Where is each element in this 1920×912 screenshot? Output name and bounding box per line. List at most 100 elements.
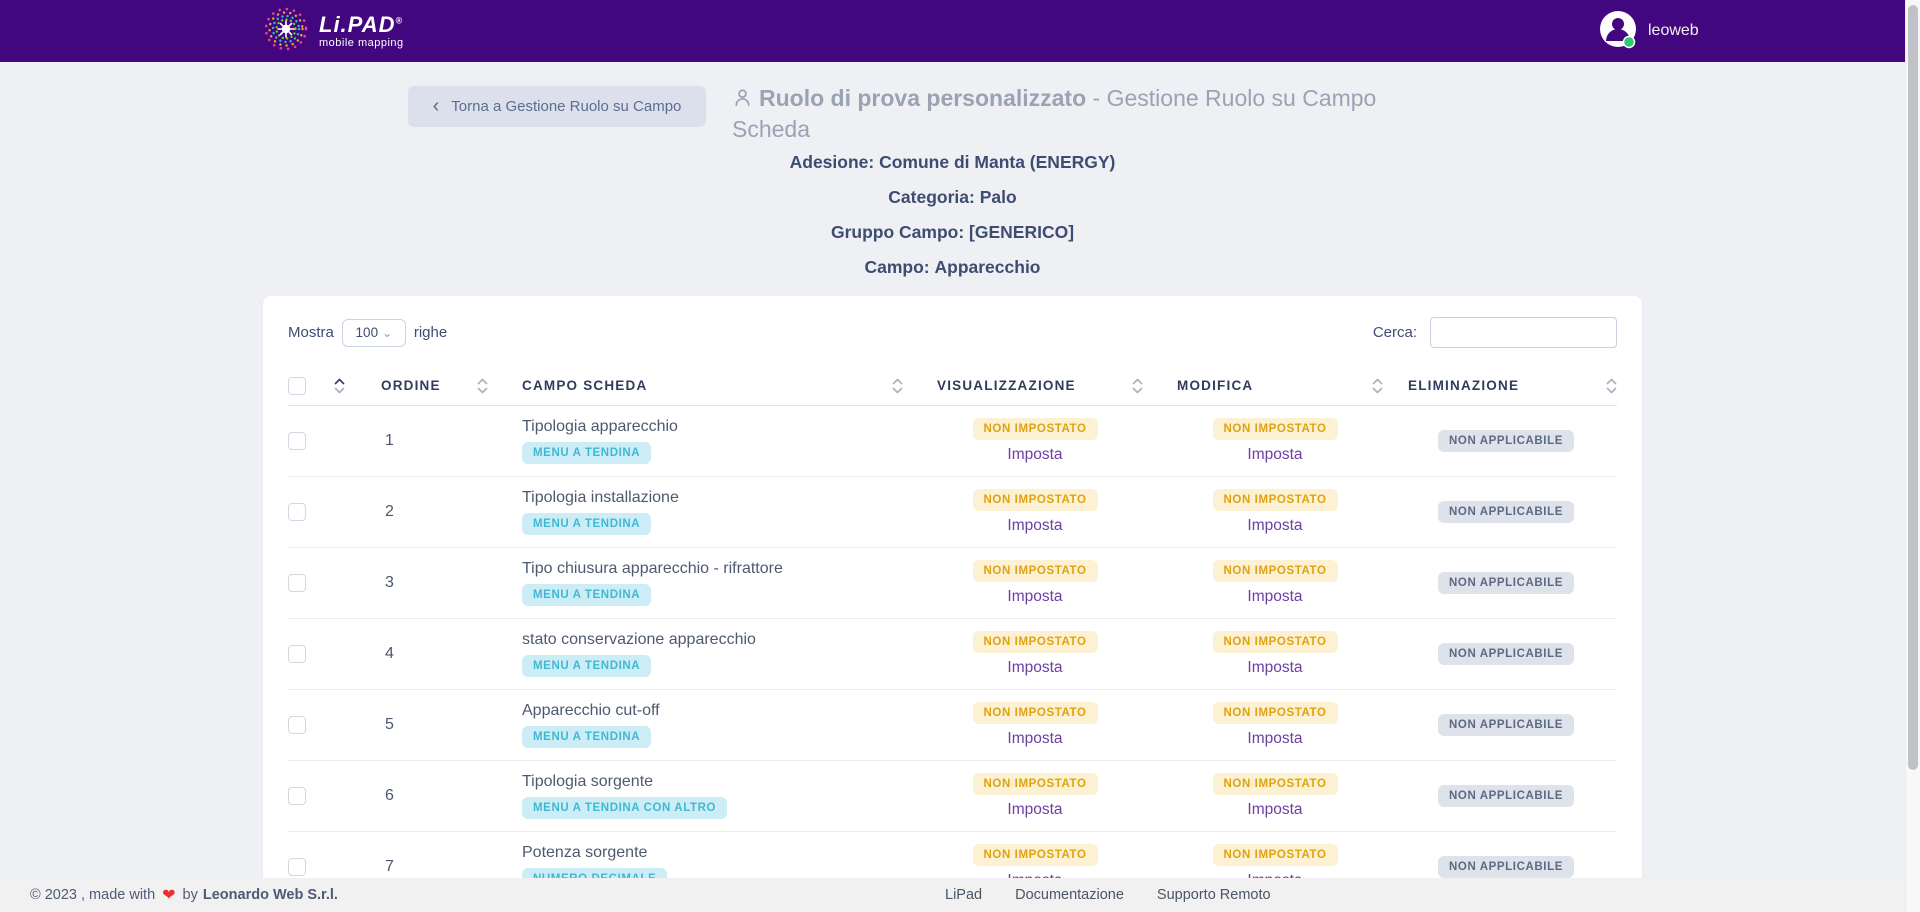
visualizzazione-imposta-link[interactable]: Imposta (1007, 659, 1062, 677)
row-checkbox[interactable] (288, 432, 306, 450)
visualizzazione-status-badge: NON IMPOSTATO (973, 631, 1098, 653)
vertical-scrollbar[interactable] (1905, 0, 1920, 912)
modifica-status-badge: NON IMPOSTATO (1213, 560, 1338, 582)
modifica-imposta-link[interactable]: Imposta (1247, 659, 1302, 677)
eliminazione-status-badge: NON APPLICABILE (1438, 785, 1574, 807)
visualizzazione-imposta-link[interactable]: Imposta (1007, 588, 1062, 606)
ordine-cell: 6 (375, 761, 500, 831)
header-eliminazione[interactable]: ELIMINAZIONE (1395, 366, 1617, 405)
back-button-label: Torna a Gestione Ruolo su Campo (451, 98, 681, 115)
row-checkbox[interactable] (288, 716, 306, 734)
header-ordine[interactable]: ORDINE (375, 366, 500, 405)
chevron-down-icon: ⌄ (382, 326, 392, 340)
page-title: Ruolo di prova personalizzato - Gestione… (732, 84, 1377, 144)
length-label-after: righe (414, 324, 447, 341)
visualizzazione-imposta-link[interactable]: Imposta (1007, 446, 1062, 464)
ordine-cell: 1 (375, 406, 500, 476)
field-type-badge: MENU A TENDINA CON ALTRO (522, 797, 727, 819)
user-menu[interactable]: leoweb (1598, 0, 1699, 62)
modifica-status-badge: NON IMPOSTATO (1213, 631, 1338, 653)
heart-icon: ❤ (162, 885, 175, 905)
scrollbar-thumb[interactable] (1908, 5, 1918, 770)
eliminazione-status-badge: NON APPLICABILE (1438, 572, 1574, 594)
page-length-select[interactable]: 100 ⌄ (342, 319, 406, 347)
chevron-left-icon: ‹ (433, 96, 440, 116)
modifica-status-badge: NON IMPOSTATO (1213, 702, 1338, 724)
footer-links: LiPad Documentazione Supporto Remoto (945, 887, 1271, 903)
modifica-status-badge: NON IMPOSTATO (1213, 773, 1338, 795)
search-input[interactable] (1430, 317, 1617, 348)
table-row: 5 Apparecchio cut-off MENU A TENDINA NON… (288, 690, 1617, 761)
table-row: 6 Tipologia sorgente MENU A TENDINA CON … (288, 761, 1617, 832)
modifica-imposta-link[interactable]: Imposta (1247, 588, 1302, 606)
field-type-badge: MENU A TENDINA (522, 584, 651, 606)
eliminazione-status-badge: NON APPLICABILE (1438, 856, 1574, 878)
table-controls: Mostra 100 ⌄ righe Cerca: (288, 316, 1617, 349)
info-categoria: Categoria: Palo (263, 187, 1642, 208)
row-checkbox[interactable] (288, 787, 306, 805)
info-campo: Campo: Apparecchio (263, 257, 1642, 278)
campo-scheda-name: Tipo chiusura apparecchio - rifrattore (522, 560, 783, 578)
field-type-badge: MENU A TENDINA (522, 726, 651, 748)
visualizzazione-imposta-link[interactable]: Imposta (1007, 517, 1062, 535)
campo-scheda-name: stato conservazione apparecchio (522, 631, 756, 649)
header-visualizzazione[interactable]: VISUALIZZAZIONE (915, 366, 1155, 405)
footer-link-documentazione[interactable]: Documentazione (1015, 887, 1124, 903)
modifica-imposta-link[interactable]: Imposta (1247, 801, 1302, 819)
modifica-imposta-link[interactable]: Imposta (1247, 517, 1302, 535)
visualizzazione-status-badge: NON IMPOSTATO (973, 844, 1098, 866)
visualizzazione-imposta-link[interactable]: Imposta (1007, 801, 1062, 819)
eliminazione-status-badge: NON APPLICABILE (1438, 643, 1574, 665)
eliminazione-status-badge: NON APPLICABILE (1438, 501, 1574, 523)
search-label: Cerca: (1373, 324, 1417, 341)
header-select-all[interactable] (288, 366, 375, 405)
role-name: Ruolo di prova personalizzato (759, 85, 1086, 111)
modifica-status-badge: NON IMPOSTATO (1213, 418, 1338, 440)
visualizzazione-imposta-link[interactable]: Imposta (1007, 730, 1062, 748)
field-type-badge: MENU A TENDINA (522, 442, 651, 464)
visualizzazione-status-badge: NON IMPOSTATO (973, 418, 1098, 440)
row-checkbox[interactable] (288, 645, 306, 663)
company-name: Leonardo Web S.r.l. (203, 887, 338, 903)
campo-scheda-name: Apparecchio cut-off (522, 702, 660, 720)
back-button[interactable]: ‹ Torna a Gestione Ruolo su Campo (408, 86, 706, 127)
context-info: Adesione: Comune di Manta (ENERGY) Categ… (263, 152, 1642, 292)
copyright-text: © 2023 , made with ❤ by Leonardo Web S.r… (30, 885, 338, 905)
table-row: 1 Tipologia apparecchio MENU A TENDINA N… (288, 406, 1617, 477)
eliminazione-status-badge: NON APPLICABILE (1438, 714, 1574, 736)
footer-link-supporto-remoto[interactable]: Supporto Remoto (1157, 887, 1271, 903)
visualizzazione-status-badge: NON IMPOSTATO (973, 702, 1098, 724)
sort-icons[interactable] (477, 378, 488, 394)
row-checkbox[interactable] (288, 574, 306, 592)
username-label: leoweb (1648, 22, 1699, 40)
row-checkbox[interactable] (288, 503, 306, 521)
eliminazione-status-badge: NON APPLICABILE (1438, 430, 1574, 452)
sort-icons[interactable] (334, 378, 345, 394)
visualizzazione-status-badge: NON IMPOSTATO (973, 489, 1098, 511)
modifica-imposta-link[interactable]: Imposta (1247, 446, 1302, 464)
sort-icons[interactable] (892, 378, 903, 394)
footer-bar: © 2023 , made with ❤ by Leonardo Web S.r… (0, 878, 1905, 912)
campo-scheda-name: Tipologia sorgente (522, 773, 653, 791)
sort-icons[interactable] (1132, 378, 1143, 394)
modifica-status-badge: NON IMPOSTATO (1213, 489, 1338, 511)
modifica-imposta-link[interactable]: Imposta (1247, 730, 1302, 748)
info-adesione: Adesione: Comune di Manta (ENERGY) (263, 152, 1642, 173)
table-header: ORDINE CAMPO SCHEDA VISUALIZZAZIONE MODI… (288, 366, 1617, 406)
visualizzazione-status-badge: NON IMPOSTATO (973, 773, 1098, 795)
footer-link-lipad[interactable]: LiPad (945, 887, 982, 903)
person-icon (732, 86, 753, 115)
row-checkbox[interactable] (288, 858, 306, 876)
user-avatar (1598, 9, 1638, 54)
table-row: 2 Tipologia installazione MENU A TENDINA… (288, 477, 1617, 548)
lipad-starburst-icon (263, 6, 309, 57)
modifica-status-badge: NON IMPOSTATO (1213, 844, 1338, 866)
top-navigation-bar: Li.PAD® mobile mapping leoweb (0, 0, 1905, 62)
header-campo-scheda[interactable]: CAMPO SCHEDA (500, 366, 915, 405)
sort-icons[interactable] (1372, 378, 1383, 394)
sort-icons[interactable] (1606, 378, 1617, 394)
table-row: 4 stato conservazione apparecchio MENU A… (288, 619, 1617, 690)
lipad-logo[interactable]: Li.PAD® mobile mapping (263, 6, 404, 57)
header-modifica[interactable]: MODIFICA (1155, 366, 1395, 405)
select-all-checkbox[interactable] (288, 377, 306, 395)
